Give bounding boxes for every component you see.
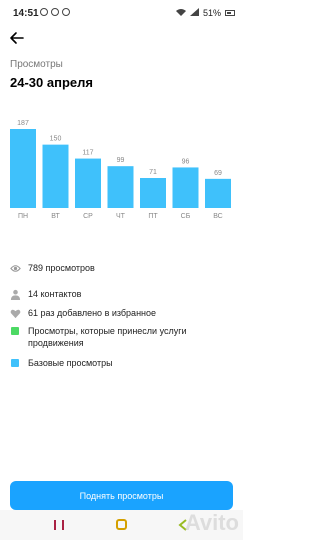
bar-value-label: 69 [214,170,222,177]
bar-value-label: 150 [50,136,62,143]
back-button[interactable] [9,30,25,46]
bar-ЧТ[interactable] [107,166,134,208]
bar-ВТ[interactable] [42,144,69,208]
battery-percent: 51% [202,8,221,18]
chat-icon [51,8,59,16]
section-label: Просмотры [10,59,63,70]
bar-value-label: 99 [117,157,125,164]
bar-ВС[interactable] [205,178,231,208]
day-tick-label: ЧТ [116,213,126,220]
system-nav-bar: Avito [0,510,243,540]
day-tick-label: ВС [213,213,223,220]
arrow-left-icon [10,32,24,44]
day-tick-label: ПН [18,213,28,220]
whatsapp-icon [62,8,70,16]
heart-icon [10,309,21,319]
legend-promoted-label: Просмотры, которые принесли услуги продв… [28,326,187,348]
bar-ПТ[interactable] [140,178,166,208]
bar-СР[interactable] [75,158,101,208]
period-title: 24-30 апреля [10,75,93,90]
contacts-count: 14 контактов [28,289,82,299]
wifi-icon [175,8,186,18]
bar-value-label: 187 [17,120,29,127]
person-icon [10,289,21,300]
notification-icons [40,8,70,16]
bar-value-label: 96 [182,158,190,165]
recents-button[interactable] [54,520,64,530]
views-bar-chart: 187 ПН 150 ВТ 117 СР 99 ЧТ 71 ПТ 96 СБ 69 ВС [10,120,231,220]
day-tick-label: СР [83,213,93,220]
battery-icon [225,10,235,16]
status-bar: 14:51 51% [0,0,243,24]
legend-promoted-swatch [11,327,19,335]
day-tick-label: ВТ [51,213,60,220]
status-right: 51% [175,8,235,18]
eye-icon [10,265,21,272]
day-tick-label: СБ [181,213,191,220]
views-chart: 187 ПН 150 ВТ 117 СР 99 ЧТ 71 ПТ 96 СБ 69 ВС [0,110,243,250]
home-button[interactable] [116,519,127,530]
bar-value-label: 71 [149,169,157,176]
sim-icon [40,8,48,16]
status-time: 14:51 [13,8,39,19]
boost-views-button[interactable]: Поднять просмотры [10,481,233,510]
legend-base-label: Базовые просмотры [28,358,113,368]
favorites-count: 61 раз добавлено в избранное [28,308,157,318]
bar-value-label: 117 [82,150,93,157]
views-count: 789 просмотров [28,263,95,273]
avito-watermark-logo: Avito [184,510,239,535]
signal-icon [189,8,199,18]
legend-base-swatch [11,359,19,367]
day-tick-label: ПТ [148,213,158,220]
bar-СБ[interactable] [172,167,199,208]
bar-ПН[interactable] [10,129,36,208]
